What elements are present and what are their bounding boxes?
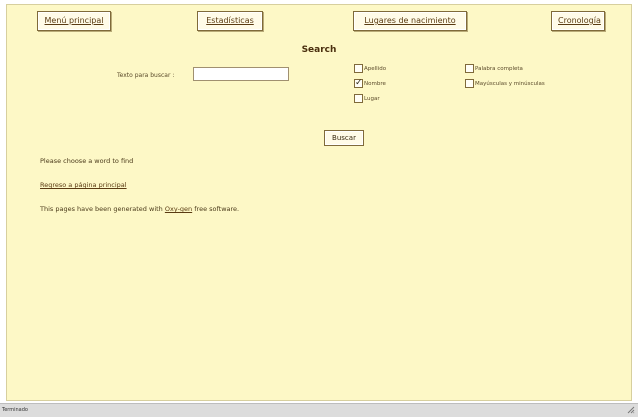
checkbox-lugar[interactable] xyxy=(354,94,363,103)
option-apellido-label: Apellido xyxy=(364,65,387,72)
nav-cronologia-button[interactable]: Cronología xyxy=(551,11,605,31)
back-to-main-link[interactable]: Regreso a página principal xyxy=(40,181,127,189)
option-nombre[interactable]: Nombre xyxy=(354,77,386,89)
status-text: Terminado xyxy=(2,407,28,413)
option-nombre-label: Nombre xyxy=(364,80,386,87)
checkbox-nombre[interactable] xyxy=(354,77,363,89)
nav-lugares-nacimiento-button[interactable]: Lugares de nacimiento xyxy=(353,11,467,31)
nav-estadisticas-button[interactable]: Estadísticas xyxy=(197,11,263,31)
option-palabra-completa-label: Palabra completa xyxy=(475,65,523,72)
generated-note: This pages have been generated with Oxy-… xyxy=(40,205,239,213)
option-mayusculas[interactable]: Mayúsculas y minúsculas xyxy=(465,79,545,88)
page-content: Menú principal Estadísticas Lugares de n… xyxy=(6,4,632,401)
generated-prefix: This pages have been generated with xyxy=(40,205,163,213)
generated-suffix: free software. xyxy=(194,205,240,213)
resize-grip-icon[interactable] xyxy=(627,406,635,414)
prompt-message: Please choose a word to find xyxy=(40,157,134,165)
search-title: Search xyxy=(301,45,337,55)
status-bar: Terminado xyxy=(0,403,638,417)
checkbox-apellido[interactable] xyxy=(354,64,363,73)
option-mayusculas-label: Mayúsculas y minúsculas xyxy=(475,80,545,87)
oxygen-link[interactable]: Oxy-gen xyxy=(165,205,192,213)
nav-menu-principal-button[interactable]: Menú principal xyxy=(37,11,111,31)
option-palabra-completa[interactable]: Palabra completa xyxy=(465,64,523,73)
top-navigation: Menú principal Estadísticas Lugares de n… xyxy=(7,11,631,33)
search-label: Texto para buscar : xyxy=(117,72,175,79)
search-input[interactable] xyxy=(193,67,289,81)
option-apellido[interactable]: Apellido xyxy=(354,64,386,73)
option-lugar[interactable]: Lugar xyxy=(354,94,380,103)
option-lugar-label: Lugar xyxy=(364,95,380,102)
checkbox-mayusculas[interactable] xyxy=(465,79,474,88)
buscar-button[interactable]: Buscar xyxy=(324,130,364,146)
checkbox-palabra-completa[interactable] xyxy=(465,64,474,73)
